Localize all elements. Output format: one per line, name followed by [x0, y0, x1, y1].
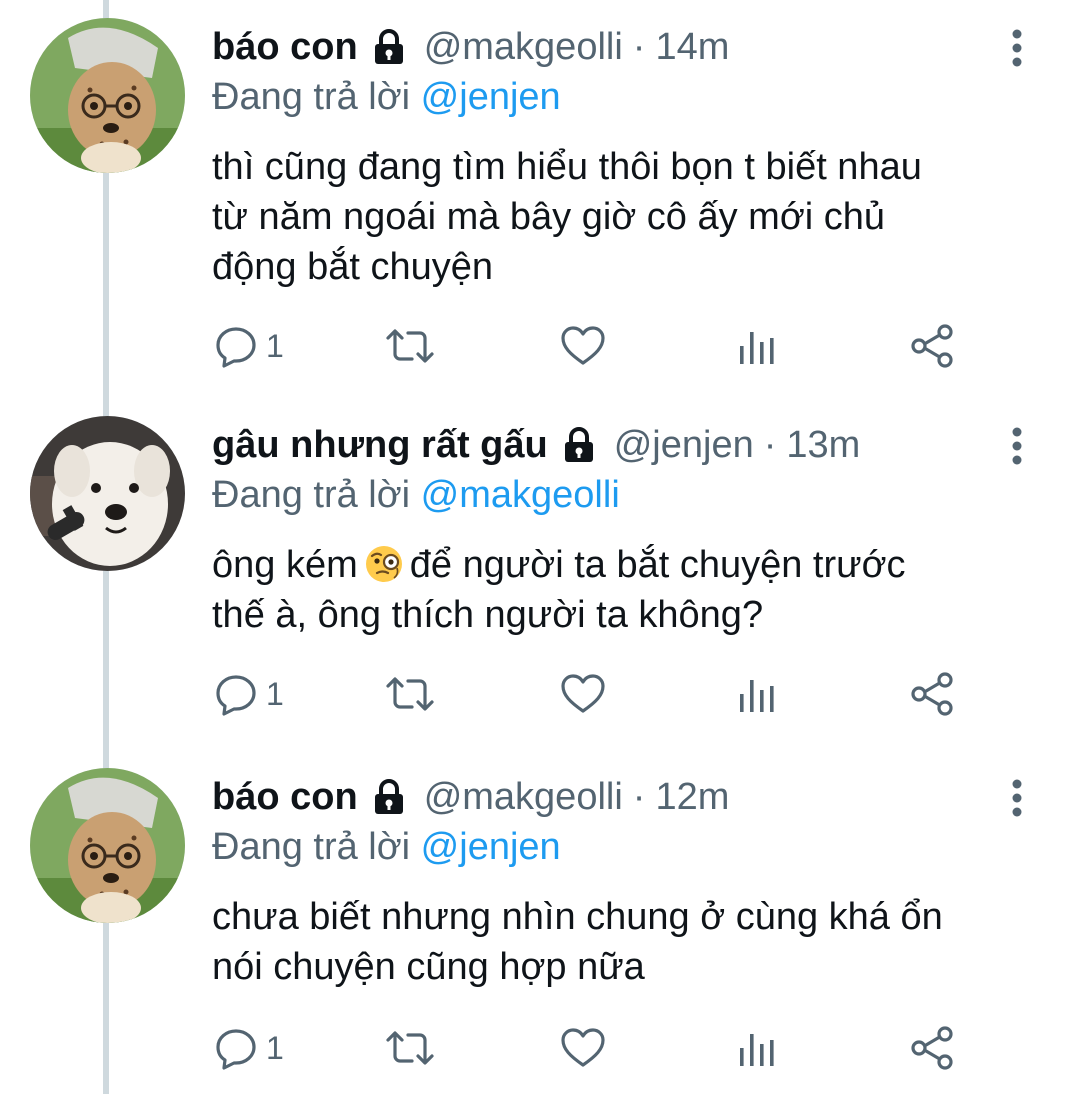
- display-name[interactable]: gâu nhưng rất gấu: [212, 420, 548, 470]
- tweet-text-part: ông kém: [212, 544, 358, 586]
- heart-icon: [561, 674, 605, 713]
- reply-icon: [216, 327, 256, 368]
- views-button[interactable]: [738, 1024, 778, 1072]
- replying-to: Đang trả lời @jenjen: [212, 822, 1012, 872]
- reply-count: 1: [266, 327, 284, 364]
- cheetah-avatar-icon: [30, 18, 185, 173]
- share-button[interactable]: [910, 1024, 954, 1072]
- reply-button[interactable]: 1: [214, 1024, 284, 1072]
- tweet-actions: 1: [212, 1024, 972, 1072]
- separator-dot: ·: [763, 424, 777, 466]
- tweet-text: thì cũng đang tìm hiểu thôi bọn t biết n…: [212, 146, 922, 288]
- heart-icon: [561, 326, 605, 365]
- analytics-icon: [740, 1034, 774, 1066]
- tweet-text: chưa biết nhưng nhìn chung ở cùng khá ổn…: [212, 896, 943, 988]
- timestamp[interactable]: 14m: [655, 22, 729, 72]
- display-name[interactable]: báo con: [212, 22, 358, 72]
- user-handle[interactable]: @makgeolli: [424, 772, 623, 822]
- tweet-actions: 1: [212, 322, 972, 370]
- reply-button[interactable]: 1: [214, 322, 284, 370]
- like-button[interactable]: [560, 322, 606, 370]
- lock-icon: [370, 778, 408, 816]
- heart-icon: [561, 1028, 605, 1067]
- display-name[interactable]: báo con: [212, 772, 358, 822]
- reply-icon: [216, 675, 256, 716]
- timestamp[interactable]: 13m: [786, 420, 860, 470]
- tweet-actions: 1: [212, 670, 972, 718]
- tweet-header: báo con @makgeolli · 14m: [212, 22, 1012, 72]
- reply-to-handle[interactable]: @jenjen: [421, 76, 561, 118]
- replying-to-label: Đang trả lời: [212, 474, 411, 516]
- share-icon: [911, 672, 953, 716]
- user-handle[interactable]: @jenjen: [614, 420, 754, 470]
- tweet[interactable]: gâu nhưng rất gấu @jenjen · 13m Đang trả…: [0, 398, 1080, 748]
- lock-icon: [560, 426, 598, 464]
- tweet-content: báo con @makgeolli · 12m Đang trả lời @j…: [212, 772, 1012, 992]
- retweet-button[interactable]: [384, 670, 436, 718]
- tweet-text: ông kém để người ta bắt chuyện trước thế…: [212, 540, 1012, 640]
- retweet-icon: [386, 329, 434, 363]
- avatar[interactable]: [30, 416, 185, 571]
- tweet-content: báo con @makgeolli · 14m Đang trả lời @j…: [212, 22, 1012, 292]
- views-button[interactable]: [738, 670, 778, 718]
- separator-dot: ·: [632, 776, 646, 818]
- tweet[interactable]: báo con @makgeolli · 12m Đang trả lời @j…: [0, 750, 1080, 1100]
- more-options-button[interactable]: [1004, 26, 1030, 70]
- reply-icon: [216, 1029, 256, 1070]
- share-icon: [911, 324, 953, 368]
- analytics-icon: [740, 680, 774, 712]
- tweet-header: báo con @makgeolli · 12m: [212, 772, 1012, 822]
- more-options-button[interactable]: [1004, 776, 1030, 820]
- face-with-monocle-icon: [364, 544, 404, 584]
- tweet[interactable]: báo con @makgeolli · 14m Đang trả lời @j…: [0, 0, 1080, 368]
- tweet-header: gâu nhưng rất gấu @jenjen · 13m: [212, 420, 1012, 470]
- share-button[interactable]: [910, 670, 954, 718]
- lock-icon: [370, 28, 408, 66]
- reply-to-handle[interactable]: @makgeolli: [421, 474, 620, 516]
- like-button[interactable]: [560, 1024, 606, 1072]
- replying-to: Đang trả lời @jenjen: [212, 72, 1012, 122]
- more-vertical-icon: [1012, 427, 1022, 465]
- share-button[interactable]: [910, 322, 954, 370]
- reply-to-handle[interactable]: @jenjen: [421, 826, 561, 868]
- views-button[interactable]: [738, 322, 778, 370]
- share-icon: [911, 1026, 953, 1070]
- avatar[interactable]: [30, 18, 185, 173]
- retweet-icon: [386, 1031, 434, 1065]
- like-button[interactable]: [560, 670, 606, 718]
- user-handle[interactable]: @makgeolli: [424, 22, 623, 72]
- white-dog-avatar-icon: [30, 416, 185, 571]
- more-vertical-icon: [1012, 779, 1022, 817]
- reply-count: 1: [266, 675, 284, 712]
- cheetah-avatar-icon: [30, 768, 185, 923]
- reply-button[interactable]: 1: [214, 670, 284, 718]
- retweet-button[interactable]: [384, 322, 436, 370]
- retweet-icon: [386, 677, 434, 711]
- avatar[interactable]: [30, 768, 185, 923]
- reply-count: 1: [266, 1029, 284, 1066]
- separator-dot: ·: [632, 26, 646, 68]
- more-options-button[interactable]: [1004, 424, 1030, 468]
- timestamp[interactable]: 12m: [655, 772, 729, 822]
- replying-to-label: Đang trả lời: [212, 826, 411, 868]
- replying-to-label: Đang trả lời: [212, 76, 411, 118]
- analytics-icon: [740, 332, 774, 364]
- retweet-button[interactable]: [384, 1024, 436, 1072]
- tweet-content: gâu nhưng rất gấu @jenjen · 13m Đang trả…: [212, 420, 1012, 640]
- replying-to: Đang trả lời @makgeolli: [212, 470, 1012, 520]
- more-vertical-icon: [1012, 29, 1022, 67]
